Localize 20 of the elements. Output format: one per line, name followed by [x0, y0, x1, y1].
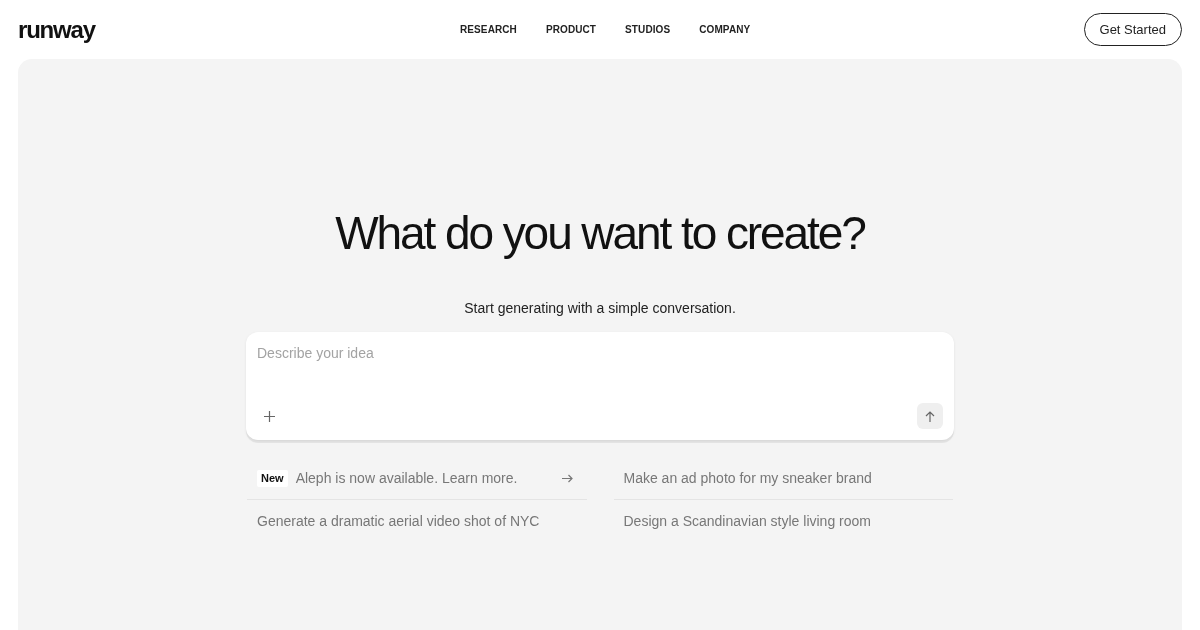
announcement-text: Aleph is now available. Learn more. — [295, 469, 518, 488]
hero-subtitle: Start generating with a simple conversation. — [464, 299, 736, 318]
send-button[interactable] — [917, 403, 943, 429]
nav-link[interactable]: RESEARCH — [450, 22, 527, 37]
new-badge: New — [257, 470, 288, 487]
arrow-right-icon — [561, 474, 573, 483]
prompt-suggestion[interactable]: Design a Scandinavian style living room — [613, 500, 953, 542]
runway-logo[interactable]: runway — [18, 17, 95, 42]
arrow-up-icon — [925, 410, 935, 422]
announcement-link[interactable]: New Aleph is now available. Learn more. — [247, 458, 587, 500]
nav-link[interactable]: COMPANY — [689, 22, 761, 37]
hero-heading: What do you want to create? — [335, 206, 865, 261]
prompt-field[interactable]: Describe your idea — [257, 342, 943, 386]
get-started-button[interactable]: Get Started — [1083, 13, 1182, 46]
nav-link[interactable]: STUDIOS — [615, 22, 681, 37]
prompt-box[interactable]: Describe your idea — [246, 332, 954, 440]
prompt-suggestion[interactable]: Generate a dramatic aerial video shot of NYC — [247, 500, 587, 542]
prompt-suggestion[interactable]: Make an ad photo for my sneaker brand — [613, 458, 953, 500]
nav-link[interactable]: PRODUCT — [535, 22, 607, 37]
plus-icon — [263, 410, 275, 422]
